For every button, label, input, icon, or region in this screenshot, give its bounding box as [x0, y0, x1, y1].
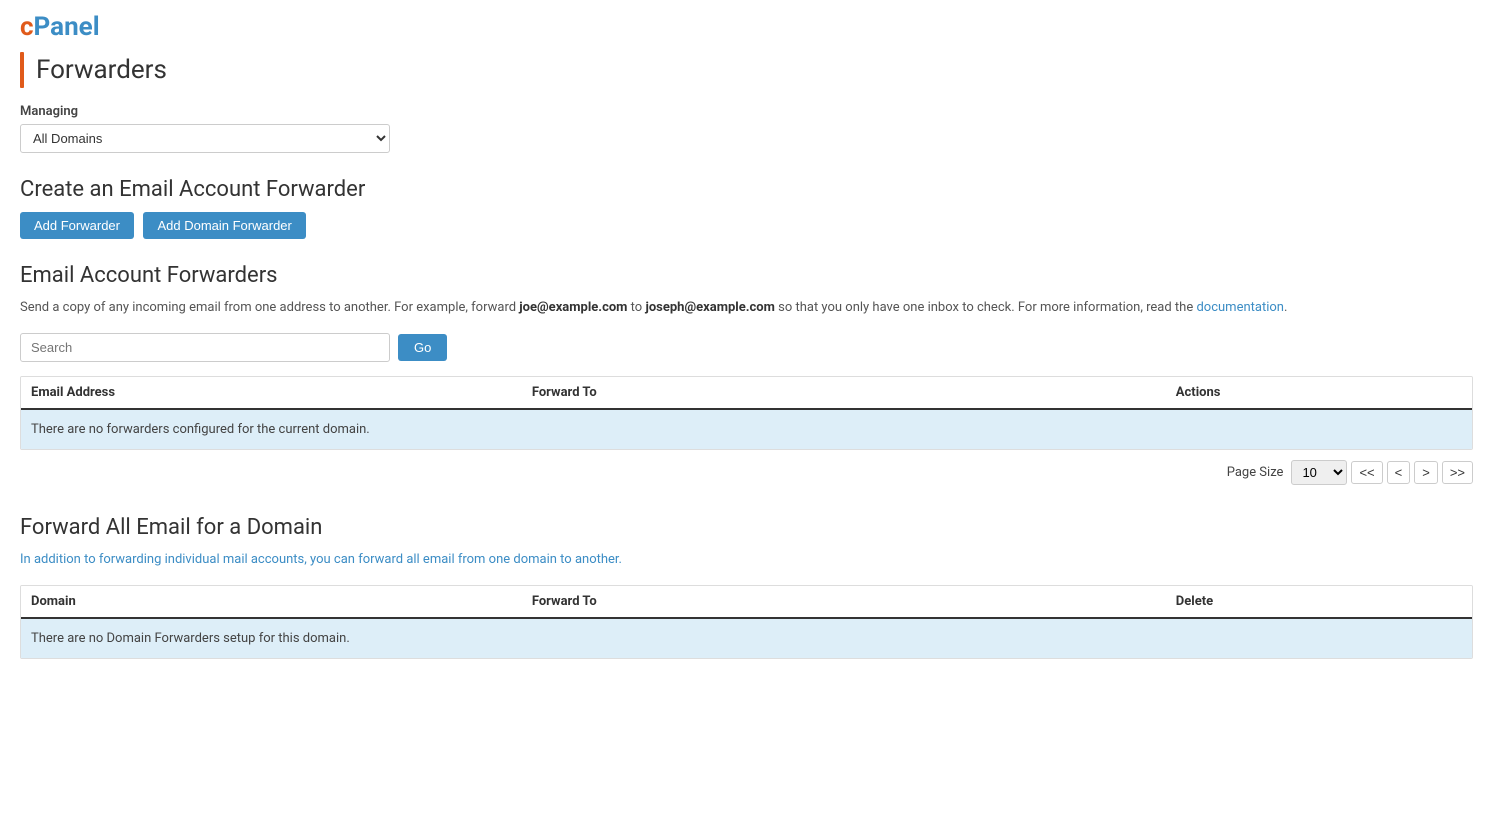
page-title-container: Forwarders	[20, 52, 1473, 88]
create-section-title: Create an Email Account Forwarder	[20, 177, 1473, 202]
documentation-link[interactable]: documentation	[1196, 300, 1284, 315]
page-size-select[interactable]: 10 25 50 100	[1291, 460, 1347, 485]
col-header-delete: Delete	[1176, 594, 1462, 609]
page-size-label: Page Size	[1227, 465, 1284, 480]
col-header-domain-forward: Forward To	[532, 594, 1176, 609]
managing-label: Managing	[20, 104, 1473, 119]
managing-select[interactable]: All Domains	[20, 124, 390, 153]
email-forwarders-section: Email Account Forwarders Send a copy of …	[20, 263, 1473, 485]
pagination-last-button[interactable]: >>	[1442, 461, 1473, 484]
domain-forwarders-table: Domain Forward To Delete There are no Do…	[20, 585, 1473, 659]
col-header-domain: Domain	[31, 594, 532, 609]
col-header-email: Email Address	[31, 385, 532, 400]
domain-forwarders-description: In addition to forwarding individual mai…	[20, 550, 1473, 571]
create-forwarder-section: Create an Email Account Forwarder Add Fo…	[20, 177, 1473, 239]
pagination-next-button[interactable]: >	[1414, 461, 1438, 484]
go-button[interactable]: Go	[398, 334, 447, 361]
domain-forwarders-empty-row: There are no Domain Forwarders setup for…	[21, 619, 1472, 658]
domain-table-header: Domain Forward To Delete	[21, 586, 1472, 619]
col-header-actions: Actions	[1176, 385, 1462, 400]
email-forwarders-empty-row: There are no forwarders configured for t…	[21, 410, 1472, 449]
email-forwarders-title: Email Account Forwarders	[20, 263, 1473, 288]
email-forwarders-description: Send a copy of any incoming email from o…	[20, 298, 1473, 319]
pagination-row: Page Size 10 25 50 100 << < > >>	[20, 460, 1473, 485]
cpanel-logo: cPanel	[20, 12, 1473, 42]
logo-panel: Panel	[34, 12, 100, 42]
pagination-prev-button[interactable]: <	[1387, 461, 1411, 484]
email-forwarders-table: Email Address Forward To Actions There a…	[20, 376, 1473, 450]
domain-forwarders-title: Forward All Email for a Domain	[20, 515, 1473, 540]
add-forwarder-button[interactable]: Add Forwarder	[20, 212, 134, 239]
search-row: Go	[20, 333, 1473, 362]
col-header-forward: Forward To	[532, 385, 1176, 400]
domain-forwarders-section: Forward All Email for a Domain In additi…	[20, 515, 1473, 659]
logo-c: c	[20, 12, 34, 42]
title-bar-accent	[20, 52, 24, 88]
pagination-first-button[interactable]: <<	[1351, 461, 1382, 484]
add-domain-forwarder-button[interactable]: Add Domain Forwarder	[143, 212, 305, 239]
page-title: Forwarders	[36, 55, 167, 85]
search-input[interactable]	[20, 333, 390, 362]
table-header: Email Address Forward To Actions	[21, 377, 1472, 410]
